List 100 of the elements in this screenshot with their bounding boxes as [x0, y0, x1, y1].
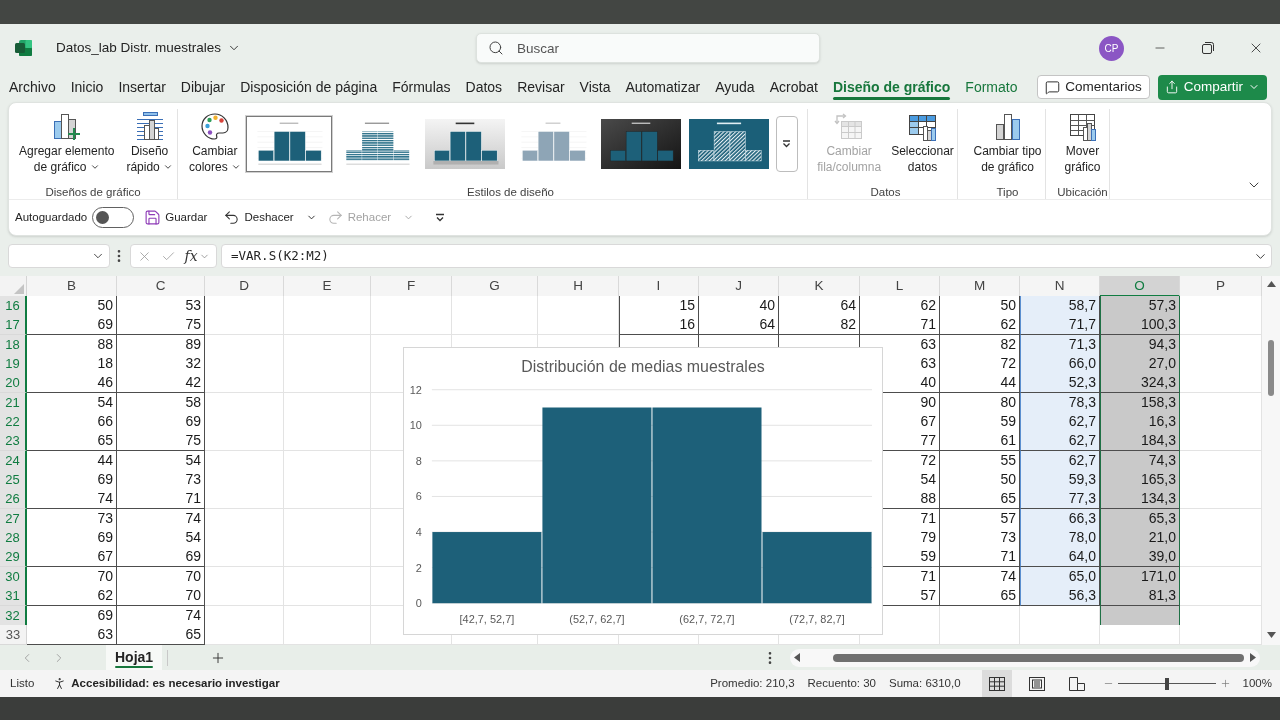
scrollbar-thumb[interactable]: [1268, 340, 1274, 396]
table-cell: 65: [940, 586, 1020, 607]
group-label: Diseños de gráfico: [45, 185, 141, 199]
row-header[interactable]: 18: [0, 334, 27, 355]
row-header[interactable]: 31: [0, 586, 27, 607]
ribbon-command[interactable]: Diseño rápido: [123, 109, 176, 175]
column-header[interactable]: F: [371, 276, 452, 297]
scroll-left-icon[interactable]: [794, 653, 800, 662]
search-icon: [488, 40, 504, 56]
table-cell: 71: [860, 315, 940, 336]
zoom-slider[interactable]: [1117, 675, 1216, 692]
ribbon-tab[interactable]: Archivo: [1, 72, 64, 102]
ribbon-tab[interactable]: Formato: [957, 72, 1025, 102]
ribbon-command[interactable]: Seleccionar datos: [888, 109, 957, 175]
ribbon-tab[interactable]: Automatizar: [617, 72, 708, 102]
table-cell: 70: [117, 586, 205, 607]
row-header[interactable]: 30: [0, 566, 27, 587]
ribbon-command[interactable]: Cambiar tipo de gráfico: [970, 109, 1045, 175]
table-cell: 73: [940, 528, 1020, 549]
search-field[interactable]: Buscar: [476, 33, 820, 63]
row-header[interactable]: 24: [0, 450, 27, 471]
ribbon-tab[interactable]: Vista: [572, 72, 618, 102]
ribbon-command[interactable]: Cambiar colores: [186, 109, 244, 175]
autosave-toggle[interactable]: [92, 207, 135, 228]
row-header[interactable]: 22: [0, 412, 27, 433]
column-header[interactable]: N: [1020, 276, 1100, 297]
column-header[interactable]: G: [452, 276, 538, 297]
column-header[interactable]: P: [1180, 276, 1262, 297]
table-cell: 69: [27, 315, 117, 336]
row-header[interactable]: 26: [0, 489, 27, 510]
accessibility-button[interactable]: Accesibilidad: es necesario investigar: [52, 674, 280, 693]
row-header[interactable]: 19: [0, 354, 27, 375]
table-cell: 78,3: [1020, 392, 1100, 413]
row-header[interactable]: 29: [0, 547, 27, 568]
row-header[interactable]: 16: [0, 296, 27, 316]
axis-label: 0: [415, 597, 422, 610]
ribbon-tab[interactable]: Diseño de gráfico: [825, 72, 958, 102]
scroll-down-icon[interactable]: [1266, 632, 1276, 638]
ribbon-command[interactable]: Mover gráfico: [1061, 109, 1104, 175]
row-header[interactable]: 23: [0, 431, 27, 452]
column-header[interactable]: O: [1100, 276, 1180, 297]
ribbon-command[interactable]: Agregar elemento de gráfico: [16, 109, 118, 175]
table-cell: 16,3: [1100, 412, 1180, 433]
account-avatar[interactable]: CP: [1099, 35, 1124, 61]
formula-field[interactable]: =VAR.S(K2:M2): [221, 244, 1272, 268]
scrollbar-thumb[interactable]: [833, 653, 1244, 662]
ribbon-tab[interactable]: Inicio: [63, 72, 111, 102]
axis-label: 10: [409, 419, 422, 432]
status-stat: Promedio: 210,3: [710, 675, 795, 691]
row-header[interactable]: 28: [0, 528, 27, 549]
row-header[interactable]: 20: [0, 373, 27, 394]
group-label: Tipo: [996, 185, 1019, 199]
column-header[interactable]: M: [940, 276, 1020, 297]
table-cell: 69: [27, 528, 117, 549]
undo-icon: [223, 209, 241, 226]
column-header[interactable]: H: [538, 276, 619, 297]
expand-icon: [782, 140, 792, 148]
column-header[interactable]: D: [205, 276, 284, 297]
table-cell: 71,7: [1020, 315, 1100, 336]
row-header[interactable]: 21: [0, 392, 27, 413]
scroll-up-icon[interactable]: [1266, 281, 1276, 287]
column-header[interactable]: E: [284, 276, 371, 297]
toolbar-button[interactable]: Deshacer: [223, 208, 317, 227]
column-header[interactable]: C: [117, 276, 205, 297]
table-cell: 58,7: [1020, 296, 1100, 316]
gallery-more-button[interactable]: [775, 116, 798, 172]
ribbon-tab[interactable]: Fórmulas: [384, 72, 459, 102]
row-header[interactable]: 27: [0, 508, 27, 529]
table-cell: 74: [27, 489, 117, 510]
row-header[interactable]: 32: [0, 605, 27, 626]
column-header[interactable]: J: [699, 276, 779, 297]
table-cell: 62: [940, 315, 1020, 336]
row-header[interactable]: 33: [0, 624, 27, 645]
ribbon-tab[interactable]: Disposición de página: [232, 72, 385, 102]
comments-button[interactable]: Comentarios: [1037, 75, 1150, 99]
toolbar-button[interactable]: Guardar: [144, 208, 208, 227]
row-header[interactable]: 25: [0, 470, 27, 491]
column-header[interactable]: I: [619, 276, 699, 297]
view-button[interactable]: [981, 670, 1012, 697]
table-cell: 66,0: [1020, 354, 1100, 375]
column-header[interactable]: K: [779, 276, 860, 297]
slider-thumb[interactable]: [1164, 677, 1169, 690]
ribbon-tab[interactable]: Acrobat: [762, 72, 826, 102]
share-icon: [1164, 80, 1179, 94]
document-title[interactable]: Datos_lab Distr. muestrales: [56, 37, 242, 59]
column-header[interactable]: L: [860, 276, 940, 297]
share-button[interactable]: Compartir: [1157, 74, 1267, 100]
row-header[interactable]: 17: [0, 315, 27, 336]
ribbon-tab[interactable]: Revisar: [509, 72, 573, 102]
insert-function-button[interactable]: fx: [184, 245, 210, 267]
ribbon-tab[interactable]: Dibujar: [173, 72, 233, 102]
ribbon-tab[interactable]: Ayuda: [707, 72, 763, 102]
ribbon-tab[interactable]: Datos: [458, 72, 510, 102]
column-header[interactable]: B: [27, 276, 117, 297]
chart-style-thumbnail[interactable]: [245, 116, 332, 172]
table-cell: 62,7: [1020, 450, 1100, 471]
table-cell: 21,0: [1100, 528, 1180, 549]
scroll-right-icon[interactable]: [1250, 653, 1256, 662]
sheet-tab[interactable]: Hoja1: [106, 645, 163, 670]
ribbon-tab[interactable]: Insertar: [110, 72, 174, 102]
